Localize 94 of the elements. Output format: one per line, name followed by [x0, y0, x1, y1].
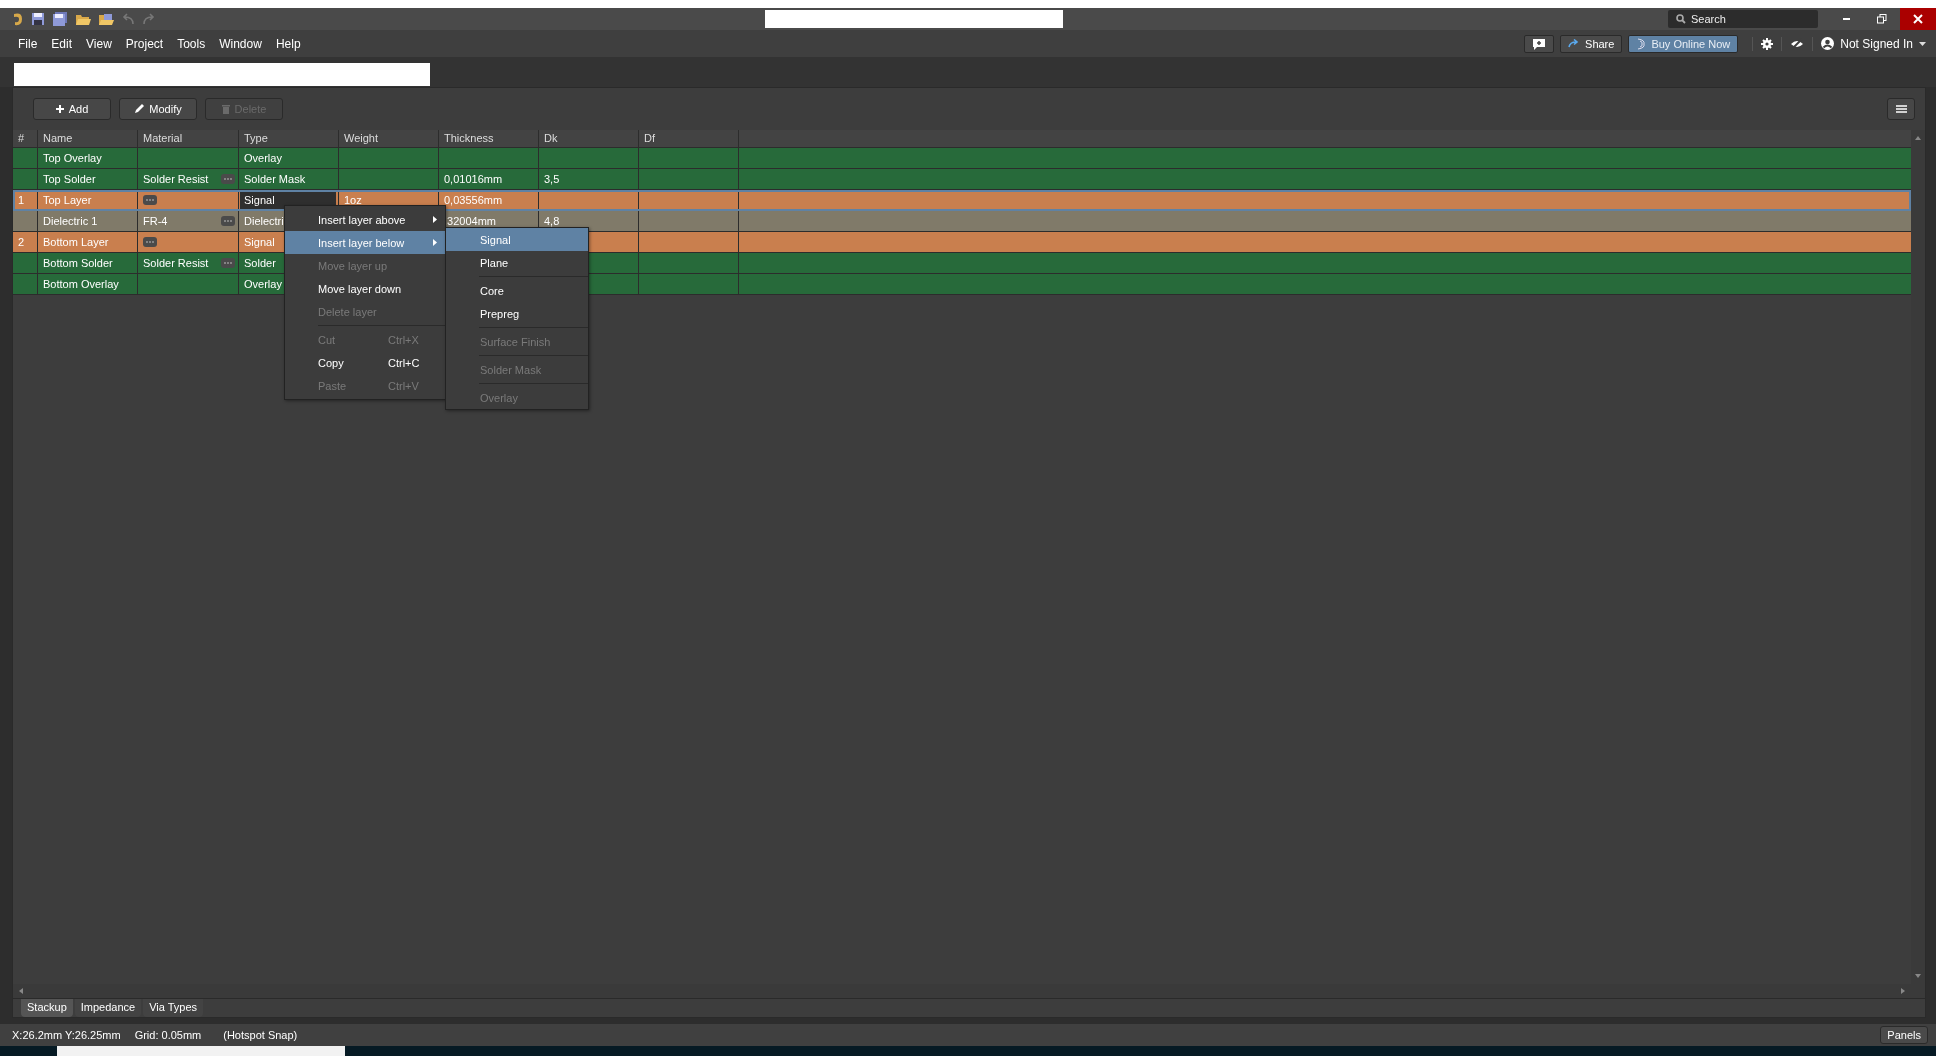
bottom-tab[interactable]: Impedance — [74, 999, 142, 1017]
scroll-down-icon[interactable] — [1915, 974, 1921, 978]
scroll-left-icon[interactable] — [19, 988, 23, 994]
caret-icon — [1919, 41, 1926, 46]
arrow-icon — [1568, 39, 1581, 48]
toolbar-button[interactable]: Modify — [119, 98, 197, 120]
more-button[interactable] — [221, 216, 235, 226]
layer-number: 2 — [18, 236, 25, 248]
layer-name: Bottom Solder — [43, 257, 113, 269]
menu-item[interactable]: Signal — [446, 228, 588, 251]
layer-type: Dielectri — [244, 215, 284, 227]
close-icon — [1913, 14, 1923, 24]
menu-item[interactable]: Copy Ctrl+C — [285, 351, 445, 374]
menu-item[interactable]: Help — [275, 36, 301, 51]
column-header[interactable]: Thickness — [439, 130, 539, 147]
column-header[interactable]: Weight — [339, 130, 439, 147]
menu-item[interactable]: Tools — [177, 36, 206, 51]
snap-mode: (Hotspot Snap) — [223, 1029, 298, 1041]
save-icon[interactable] — [31, 12, 45, 26]
trash-icon — [221, 104, 230, 114]
search-icon — [1676, 14, 1686, 24]
layer-name: Top Layer — [43, 194, 92, 206]
bottom-tab[interactable]: Stackup — [21, 999, 73, 1017]
close-button[interactable] — [1900, 8, 1936, 30]
restore-icon — [1877, 14, 1887, 24]
grid-size: Grid: 0.05mm — [134, 1029, 202, 1041]
account-menu[interactable]: Not Signed In — [1821, 36, 1926, 51]
column-header[interactable]: # — [13, 130, 38, 147]
panels-button[interactable]: Panels — [1880, 1026, 1928, 1044]
undo-icon[interactable] — [121, 13, 135, 25]
layer-type: Overlay — [244, 278, 282, 290]
column-header[interactable]: Df — [639, 130, 739, 147]
menu-item[interactable]: Prepreg — [446, 302, 588, 325]
material-name: Solder Resist — [143, 173, 209, 185]
share-button[interactable]: Share — [1560, 34, 1623, 53]
layer-name: Top Overlay — [43, 152, 102, 164]
menu-item[interactable]: Plane — [446, 251, 588, 274]
app-logo-icon — [12, 11, 24, 27]
layer-name: Dielectric 1 — [43, 215, 98, 227]
dk-value: 4,8 — [544, 215, 560, 227]
minimize-icon — [1842, 18, 1850, 20]
menu-item[interactable]: Project — [125, 36, 164, 51]
layer-type: Solder Mask — [244, 173, 306, 185]
thickness-value: 0,03556mm — [444, 194, 503, 206]
comment-plus-icon — [1532, 37, 1547, 50]
open-project-icon[interactable] — [98, 12, 114, 26]
scroll-up-icon[interactable] — [1915, 136, 1921, 140]
layer-number: 1 — [18, 194, 25, 206]
user-icon — [1821, 37, 1835, 50]
menu-item[interactable]: Edit — [51, 36, 73, 51]
save-all-icon[interactable] — [52, 12, 68, 26]
more-button[interactable] — [143, 237, 157, 247]
cursor-position: X:26.2mm Y:26.25mm — [12, 1029, 121, 1041]
thickness-value: 0,01016mm — [444, 173, 503, 185]
menu-item[interactable]: Insert layer above — [285, 208, 445, 231]
layer-type: Solder — [244, 257, 276, 269]
table-row[interactable]: Top Solder Solder Resist Solder Mask 0,01016mm 3,5 — [13, 169, 1911, 190]
redo-icon[interactable] — [142, 13, 156, 25]
more-button[interactable] — [221, 174, 235, 184]
thickness-value: .32004mm — [444, 215, 496, 227]
menu-item[interactable]: File — [18, 36, 38, 51]
scroll-right-icon[interactable] — [1901, 988, 1905, 994]
table-row[interactable]: Top Overlay Overlay — [13, 148, 1911, 169]
logo-icon — [1636, 37, 1647, 50]
column-header[interactable]: Material — [138, 130, 239, 147]
feedback-button[interactable] — [1524, 34, 1555, 53]
layer-name: Bottom Overlay — [43, 278, 119, 290]
weight-value: 1oz — [344, 194, 362, 206]
folder-icon[interactable] — [75, 12, 91, 26]
menu-icon — [1895, 105, 1907, 113]
material-name: Solder Resist — [143, 257, 209, 269]
search-field[interactable]: Search — [1668, 10, 1818, 28]
table-row[interactable]: 1 Top Layer Signal 1oz 0,03556mm — [13, 190, 1911, 211]
column-header[interactable]: Type — [239, 130, 339, 147]
column-header[interactable]: Dk — [539, 130, 639, 147]
column-header[interactable]: Name — [38, 130, 138, 147]
more-button[interactable] — [143, 195, 157, 205]
more-button[interactable] — [221, 258, 235, 268]
toolbar-button[interactable]: Add — [33, 98, 111, 120]
plus-icon — [55, 105, 64, 113]
pencil-icon — [134, 104, 145, 114]
bottom-tab[interactable]: Via Types — [143, 999, 204, 1017]
menu-item[interactable]: Window — [219, 36, 262, 51]
layer-type: Overlay — [244, 152, 282, 164]
settings-icon[interactable] — [1761, 37, 1774, 50]
menu-item[interactable]: View — [86, 36, 112, 51]
dk-value: 3,5 — [544, 173, 560, 185]
menu-item[interactable]: Insert layer below — [285, 231, 445, 254]
layer-type: Signal — [244, 236, 275, 248]
layer-name: Top Solder — [43, 173, 96, 185]
buy-online-button[interactable]: Buy Online Now — [1628, 34, 1739, 53]
layer-name: Bottom Layer — [43, 236, 109, 248]
menu-button[interactable] — [1887, 98, 1915, 120]
material-name: FR-4 — [143, 215, 168, 227]
